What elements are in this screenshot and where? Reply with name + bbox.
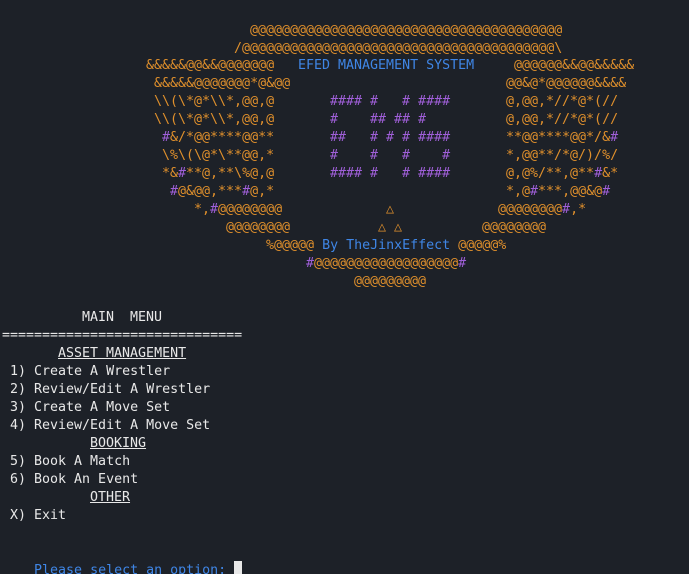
section-heading-other: OTHER	[90, 490, 131, 505]
menu-item-create-wrestler: 1) Create A Wrestler	[10, 364, 171, 379]
banner-art-line: @@@@@@@@@@@@@@@@@@@@@@@@@@@@@@@@@@@@@@@	[250, 23, 563, 38]
banner-art-segment: ***,@@&@	[538, 184, 603, 199]
banner-art-segment: @@@@@%	[458, 238, 507, 253]
banner-art-segment: @@@@@@@@	[218, 202, 283, 217]
banner-hash: #	[242, 184, 251, 199]
banner-art-line: *,#@@@@@@@@	[194, 201, 282, 219]
banner-byline-line: %@@@@@ By TheJinxEffect @@@@@%	[266, 237, 506, 255]
menu-item-exit: X) Exit	[10, 508, 67, 523]
banner-art-segment: ,*	[570, 202, 587, 217]
banner-hash: #	[602, 184, 611, 199]
prompt-label: Please select an option:	[34, 563, 235, 574]
banner-hash: #	[594, 166, 603, 181]
banner-hash: #	[306, 256, 315, 271]
banner-art-segment: @@@@@@@@@@@@@@@@@@	[314, 256, 459, 271]
banner-art-line: @@@@@@@@@	[354, 274, 427, 289]
banner-art-line: \%\(\@*\**@@,*	[162, 148, 275, 163]
banner-triangle: △	[386, 202, 395, 217]
banner-art-line: *&#**@,**\%@,@	[162, 165, 274, 183]
banner-art-line: *,@#***,@@&@#	[506, 183, 610, 201]
banner-art-line: @@@@@@&&@@&&&&&	[514, 58, 635, 73]
banner-logo-line: ## # # # ####	[330, 130, 451, 145]
banner-art-line: \\(\*@*\\*,@@,@	[154, 94, 275, 109]
banner-triangle: △ △	[378, 220, 403, 235]
banner-byline: By TheJinxEffect	[322, 238, 451, 253]
section-heading-asset-management: ASSET MANAGEMENT	[58, 346, 187, 361]
terminal-window: @@@@@@@@@@@@@@@@@@@@@@@@@@@@@@@@@@@@@@@ …	[0, 0, 689, 574]
menu-item-book-event: 6) Book An Event	[10, 472, 139, 487]
text-cursor	[234, 561, 243, 574]
menu-item-book-match: 5) Book A Match	[10, 454, 131, 469]
menu-item-review-edit-move-set: 4) Review/Edit A Move Set	[10, 418, 211, 433]
banner-art-segment: **@@****@@*/&	[506, 130, 611, 145]
banner-logo-line: # # # #	[330, 148, 451, 163]
banner-art-line: @,@@,*//*@*(//	[506, 94, 619, 109]
section-heading-booking: BOOKING	[90, 436, 147, 451]
banner-logo-line: # ## ## #	[330, 112, 427, 127]
banner-art-line: #@@@@@@@@@@@@@@@@@@#	[306, 255, 466, 273]
banner-art-line: @@@@@@@@	[226, 220, 291, 235]
banner-art-segment: @&@@,***	[178, 184, 243, 199]
banner-hash: #	[210, 202, 219, 217]
menu-title: MAIN MENU	[82, 310, 163, 325]
banner-art-segment: *,@	[506, 184, 531, 199]
banner-art-segment: @@@@@@@@	[498, 202, 563, 217]
option-prompt[interactable]: Please select an option:	[2, 543, 243, 574]
banner-art-segment: &/*@@****@@**	[170, 130, 275, 145]
banner-hash: #	[562, 202, 571, 217]
banner-art-line: #&/*@@****@@**	[162, 129, 274, 147]
banner-logo-line: #### # # ####	[330, 166, 451, 181]
banner-art-line: @@&@*@@@@@@&&&&	[506, 76, 627, 91]
banner-art-line: &&&&&@@&&@@@@@@@	[146, 58, 275, 73]
banner-hash: #	[178, 166, 187, 181]
banner-hash: #	[458, 256, 467, 271]
menu-item-create-move-set: 3) Create A Move Set	[10, 400, 171, 415]
menu-divider: ==============================	[2, 328, 243, 343]
banner-art-segment: @,*	[250, 184, 275, 199]
banner-art-line: /@@@@@@@@@@@@@@@@@@@@@@@@@@@@@@@@@@@@@@@…	[234, 41, 563, 56]
banner-art-line: @,@%/**,@**#&*	[506, 165, 618, 183]
banner-art-segment: **@,**\%@,@	[186, 166, 275, 181]
banner-art-segment: *&	[162, 166, 179, 181]
banner-art-segment: *,	[194, 202, 211, 217]
banner-art-segment: &*	[602, 166, 619, 181]
banner-logo-line: #### # # ####	[330, 94, 451, 109]
banner-hash: #	[610, 130, 619, 145]
menu-item-review-edit-wrestler: 2) Review/Edit A Wrestler	[10, 382, 211, 397]
banner-hash: #	[170, 184, 179, 199]
banner-art-segment: %@@@@@	[266, 238, 315, 253]
banner-art-segment: @,@%/**,@**	[506, 166, 595, 181]
banner-title: EFED MANAGEMENT SYSTEM	[298, 58, 475, 73]
banner-art-line: **@@****@@*/&#	[506, 129, 618, 147]
banner-art-line: \\(\*@*\\*,@@,@	[154, 112, 275, 127]
banner-art-line: @@@@@@@@#,*	[498, 201, 586, 219]
banner-hash: #	[162, 130, 171, 145]
banner-hash: #	[530, 184, 539, 199]
banner-art-line: @@@@@@@@	[482, 220, 547, 235]
banner-art-line: &&&&&@@@@@@@*@&@@	[154, 76, 291, 91]
banner-art-line: #@&@@,***#@,*	[170, 183, 274, 201]
banner-art-line: *,@@**/*@/)/%/	[506, 148, 619, 163]
banner-art-line: @,@@,*//*@*(//	[506, 112, 619, 127]
